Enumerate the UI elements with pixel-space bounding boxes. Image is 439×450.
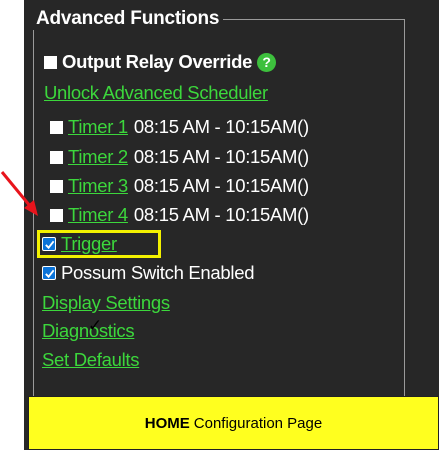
checkmark-icon (44, 269, 54, 278)
possum-switch-checkbox[interactable] (42, 266, 56, 280)
trigger-link[interactable]: Trigger (61, 233, 117, 255)
unlock-advanced-scheduler-link[interactable]: Unlock Advanced Scheduler (44, 82, 268, 104)
output-relay-override-label: Output Relay Override (62, 51, 253, 72)
timer-row: Timer 3 08:15 AM - 10:15AM() (50, 173, 309, 199)
trigger-checkbox[interactable] (42, 237, 56, 251)
timer-4-schedule: 08:15 AM - 10:15AM() (133, 204, 309, 225)
output-relay-override-checkbox[interactable] (44, 55, 57, 69)
help-icon[interactable]: ? (257, 52, 277, 72)
display-settings-link[interactable]: Display Settings (42, 292, 170, 314)
possum-switch-row: Possum Switch Enabled (42, 260, 255, 286)
advanced-functions-legend: Advanced Functions (36, 8, 220, 29)
trigger-row: Trigger (42, 231, 117, 257)
timer-row: Timer 1 08:15 AM - 10:15AM() (50, 114, 309, 140)
caption-bold: HOME (144, 414, 190, 432)
timer-4-checkbox[interactable] (50, 208, 63, 222)
timer-1-checkbox[interactable] (50, 120, 63, 134)
timer-2-schedule: 08:15 AM - 10:15AM() (133, 146, 309, 167)
timer-4-link[interactable]: Timer 4 (68, 204, 128, 226)
timer-3-schedule: 08:15 AM - 10:15AM() (133, 175, 309, 196)
set-defaults-row: Set Defaults (42, 347, 139, 373)
unlock-row: Unlock Advanced Scheduler (44, 80, 268, 106)
screenshot-panel: Advanced Functions Output Relay Override… (0, 0, 439, 450)
display-settings-row: Display Settings (42, 290, 170, 316)
timer-3-checkbox[interactable] (50, 179, 63, 193)
timer-2-checkbox[interactable] (50, 150, 63, 164)
timer-1-schedule: 08:15 AM - 10:15AM() (133, 116, 309, 137)
output-relay-override-row: Output Relay Override ? (44, 49, 277, 75)
timer-3-link[interactable]: Timer 3 (68, 175, 128, 197)
timer-2-link[interactable]: Timer 2 (68, 146, 128, 168)
timer-row: Timer 2 08:15 AM - 10:15AM() (50, 144, 309, 170)
red-arrow-icon (0, 171, 38, 216)
set-defaults-link[interactable]: Set Defaults (42, 349, 139, 371)
tick-mark-icon: ✓ (88, 316, 103, 335)
caption-box: HOME Configuration Page (28, 396, 439, 450)
possum-switch-label: Possum Switch Enabled (61, 262, 255, 283)
timer-row: Timer 4 08:15 AM - 10:15AM() (50, 202, 309, 228)
timer-1-link[interactable]: Timer 1 (68, 116, 128, 138)
caption-text: Configuration Page (193, 414, 323, 432)
checkmark-icon (44, 240, 54, 249)
